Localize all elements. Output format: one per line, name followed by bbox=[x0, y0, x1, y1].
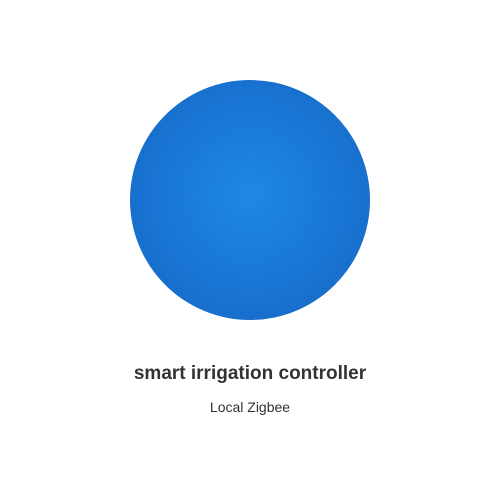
device-circle-icon bbox=[130, 80, 370, 320]
device-protocol: Local Zigbee bbox=[209, 399, 291, 415]
device-name: smart irrigation controller bbox=[133, 363, 367, 384]
device-card: smart irrigation controller Local Zigbee bbox=[0, 0, 500, 500]
